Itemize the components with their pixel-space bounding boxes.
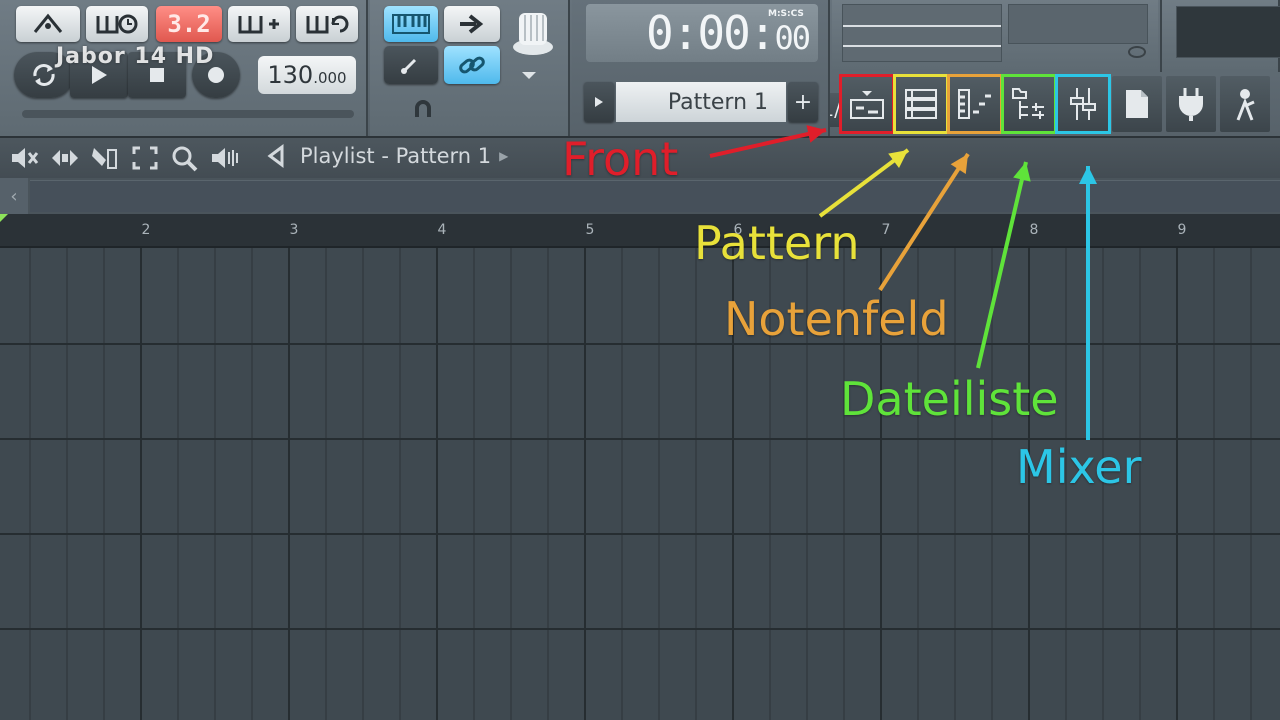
arrow-right-icon (460, 14, 484, 34)
step-edit-button[interactable] (228, 6, 290, 42)
song-start-marker[interactable] (0, 214, 8, 222)
help-icon (1236, 89, 1255, 121)
scroll-left-button[interactable]: ‹ (0, 178, 28, 214)
play-small-icon (595, 97, 603, 107)
mute-tool-icon[interactable] (10, 144, 40, 172)
oscilloscope-display (842, 4, 1002, 62)
slip-tool-icon[interactable] (50, 144, 80, 172)
song-time-display[interactable]: M:S:CS 0:00:00 (586, 4, 818, 62)
pattern-selector[interactable]: Pattern 1 (616, 82, 786, 122)
plugin-icon (1179, 88, 1203, 121)
transport-panel: 3.2 130.000 Jabor 14 HD (0, 0, 368, 136)
cpu-meter-panel (1160, 0, 1280, 72)
tempo-display[interactable]: 130.000 (258, 56, 356, 94)
loop-record-icon (306, 15, 349, 34)
project-button[interactable] (1112, 76, 1162, 132)
file-icon (1126, 90, 1148, 118)
playlist-menu-arrow-icon[interactable]: ▶ (499, 149, 508, 163)
link-button[interactable] (444, 46, 500, 84)
front-highlight (839, 74, 895, 134)
edit-tools-panel: 1/2 step ▶ (370, 0, 926, 136)
note-draw-icon (401, 58, 417, 74)
add-pattern-button[interactable]: + (788, 82, 818, 122)
notenfeld-label: Notenfeld (724, 292, 949, 346)
zoom-tool-icon[interactable] (170, 144, 200, 172)
playback-tool-icon[interactable] (210, 144, 240, 172)
cpu-meter (1176, 6, 1280, 58)
ruler-bar-number: 7 (881, 222, 891, 238)
ruler-bar-number: 8 (1029, 222, 1039, 238)
piano-icon (392, 14, 430, 34)
ruler-bar-number: 3 (289, 222, 299, 238)
typing-keyboard-button[interactable] (384, 6, 438, 42)
tempo-decimals: .000 (313, 69, 347, 87)
meters-panel (832, 0, 1158, 72)
snap-value-display[interactable]: 3.2 (156, 6, 222, 42)
mixer-highlight (1055, 74, 1111, 134)
pattern-prev-button[interactable] (584, 82, 614, 122)
timeline-ruler[interactable]: 23456789 (0, 214, 1280, 248)
draw-tool-button[interactable] (384, 46, 438, 84)
notenfeld-highlight (947, 74, 1003, 134)
ruler-bar-number: 4 (437, 222, 447, 238)
metronome-icon (33, 13, 63, 33)
hint-bar (1008, 4, 1148, 44)
loop-icon (33, 64, 55, 86)
select-tool-icon[interactable] (130, 144, 160, 172)
front-label: Front (562, 132, 679, 186)
metronome-button[interactable] (16, 6, 80, 42)
pattern-highlight (893, 74, 949, 134)
speaker-icon (267, 144, 284, 168)
ruler-bar-number: 5 (585, 222, 595, 238)
countdown-icon (96, 14, 138, 34)
song-position-slider[interactable] (22, 110, 354, 118)
plugin-picker-button[interactable] (1166, 76, 1216, 132)
dateiliste-label: Dateiliste (840, 372, 1059, 426)
playlist-title-text: Playlist - Pattern 1 (300, 144, 492, 168)
step-forward-button[interactable] (444, 6, 500, 42)
dateiliste-highlight (1001, 74, 1057, 134)
main-toolbar: 3.2 130.000 Jabor 14 HD 1/2 M:S:CS 0:00:… (0, 0, 1280, 138)
help-button[interactable] (1220, 76, 1270, 132)
slice-tool-icon[interactable] (90, 144, 120, 172)
snap-magnet-icon (414, 100, 432, 118)
ruler-bar-number: 9 (1177, 222, 1187, 238)
step-plus-icon (238, 16, 279, 34)
loop-record-button[interactable] (296, 6, 358, 42)
master-volume-knob[interactable] (504, 4, 562, 62)
tempo-value: 130 (267, 61, 314, 89)
eye-icon[interactable] (1128, 46, 1146, 58)
playlist-title[interactable]: Playlist - Pattern 1 ▶ (266, 143, 508, 169)
ruler-bar-number: 2 (141, 222, 151, 238)
knob-icon (513, 13, 553, 55)
link-icon (459, 56, 485, 74)
mixer-label: Mixer (1016, 440, 1142, 494)
watermark-logo: Jabor 14 HD (56, 44, 215, 69)
wait-record-button[interactable] (86, 6, 148, 42)
time-value: 0:00:00 (646, 6, 811, 60)
dropdown-arrow-icon[interactable] (522, 72, 536, 79)
pattern-label: Pattern (694, 216, 860, 270)
playlist-tools (10, 144, 240, 172)
